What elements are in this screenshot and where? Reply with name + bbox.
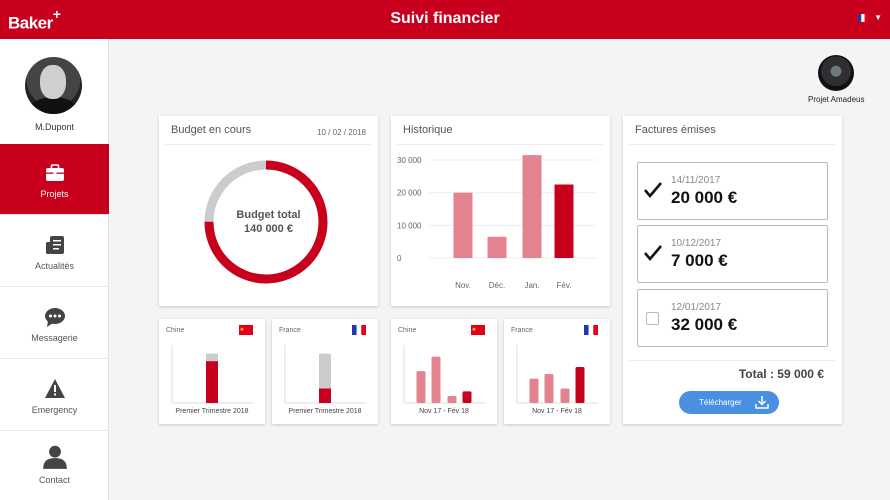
- bar: [462, 391, 472, 403]
- invoice-amount: 32 000 €: [671, 315, 738, 334]
- news-icon: [45, 236, 64, 254]
- x-tick-label: Déc.: [489, 281, 505, 290]
- checkmark-icon[interactable]: [643, 243, 663, 263]
- invoice-checkbox[interactable]: [646, 312, 659, 325]
- mini-chart-footer: Nov 17 - Fév 18: [532, 408, 582, 415]
- factures-card: Factures émises 14/11/2017 20 000 € 10/1…: [623, 116, 842, 424]
- download-label: Télécharger: [699, 398, 742, 407]
- download-icon: [755, 396, 769, 409]
- language-selector[interactable]: ▼: [858, 13, 882, 22]
- factures-title: Factures émises: [635, 124, 716, 136]
- project-name: Projet Amadeus: [808, 95, 865, 104]
- invoice-item[interactable]: 14/11/2017 20 000 €: [637, 162, 828, 220]
- user-profile[interactable]: M.Dupont: [0, 39, 109, 144]
- invoice-date: 12/01/2017: [671, 302, 722, 313]
- chevron-down-icon: ▼: [874, 13, 882, 22]
- historique-card: Historique 30 000 20 000 10 000 0 Nov. Déc. Ja…: [391, 116, 610, 306]
- bar: [575, 367, 585, 403]
- invoice-amount: 7 000 €: [671, 251, 728, 270]
- bar: [453, 192, 473, 258]
- sidebar-item-label: Messagerie: [31, 333, 78, 343]
- sidebar-item-actualites[interactable]: Actualités: [0, 216, 109, 287]
- sidebar-item-projets[interactable]: Projets: [0, 144, 109, 215]
- sidebar-item-label: Emergency: [31, 405, 78, 415]
- x-tick-label: Fév.: [557, 281, 572, 290]
- page-title: Suivi financier: [390, 10, 500, 27]
- bar: [431, 356, 441, 403]
- invoice-date: 10/12/2017: [671, 238, 722, 249]
- sidebar-item-contact[interactable]: Contact: [0, 432, 109, 500]
- mini-chart-card: Chine Nov 17 - Fév 18: [391, 319, 497, 424]
- sidebar-item-label: Contact: [38, 475, 71, 485]
- budget-total-amount: 140 000 €: [244, 223, 293, 235]
- invoice-item[interactable]: 10/12/2017 7 000 €: [637, 225, 828, 283]
- sidebar-item-emergency[interactable]: Emergency: [0, 360, 109, 431]
- bar-filled: [319, 388, 331, 403]
- y-tick-label: 30 000: [397, 156, 422, 165]
- mini-chart-footer: Nov 17 - Fév 18: [419, 408, 469, 415]
- bar: [529, 378, 539, 403]
- invoice-amount: 20 000 €: [671, 188, 738, 207]
- sidebar-item-label: Projets: [40, 189, 69, 199]
- bar: [560, 388, 570, 403]
- person-icon: [42, 445, 67, 469]
- bar: [554, 184, 574, 258]
- budget-card: Budget en cours 10 / 02 / 2018 Budget to…: [159, 116, 378, 306]
- bar-filled: [206, 361, 218, 403]
- donut-center-label: Budget total 140 000 €: [159, 208, 378, 236]
- factures-total: Total : 59 000 €: [738, 367, 824, 381]
- download-button[interactable]: Télécharger: [679, 391, 779, 414]
- checkmark-icon[interactable]: [643, 180, 663, 200]
- flag-france-icon: [858, 13, 869, 22]
- y-tick-label: 0: [397, 254, 402, 263]
- briefcase-icon: [45, 164, 64, 181]
- historique-bar-chart: 30 000 20 000 10 000 0 Nov. Déc. Jan. Fév.: [397, 155, 596, 290]
- project-avatar: [818, 55, 854, 91]
- y-tick-label: 20 000: [397, 189, 422, 198]
- sidebar: M.Dupont Projets Actualités Messagerie E…: [0, 39, 109, 500]
- chat-bubble-icon: [44, 308, 65, 327]
- bar: [522, 155, 542, 258]
- x-tick-label: Jan.: [524, 281, 539, 290]
- bar: [447, 396, 457, 403]
- invoice-date: 14/11/2017: [671, 175, 721, 186]
- mini-chart-card: France Nov 17 - Fév 18: [504, 319, 610, 424]
- mini-chart-footer: Premier Trimestre 2018: [175, 408, 249, 415]
- warning-icon: [44, 379, 65, 398]
- mini-chart-footer: Premier Trimestre 2018: [288, 408, 362, 415]
- bar: [487, 236, 507, 258]
- budget-total-label: Budget total: [236, 209, 301, 221]
- project-selector[interactable]: Projet Amadeus: [808, 55, 864, 104]
- avatar: [25, 57, 82, 114]
- mini-chart-card: Chine Premier Trimestre 2018: [159, 319, 265, 424]
- bar: [416, 371, 426, 403]
- mini-chart-card: France Premier Trimestre 2018: [272, 319, 378, 424]
- x-tick-label: Nov.: [455, 281, 471, 290]
- y-tick-label: 10 000: [397, 221, 422, 230]
- sidebar-item-label: Actualités: [34, 261, 75, 271]
- user-name: M.Dupont: [34, 122, 75, 132]
- invoice-item[interactable]: 12/01/2017 32 000 €: [637, 289, 828, 347]
- sidebar-item-messagerie[interactable]: Messagerie: [0, 288, 109, 359]
- bar: [544, 374, 554, 403]
- top-bar: Baker+ Suivi financier ▼: [0, 0, 890, 39]
